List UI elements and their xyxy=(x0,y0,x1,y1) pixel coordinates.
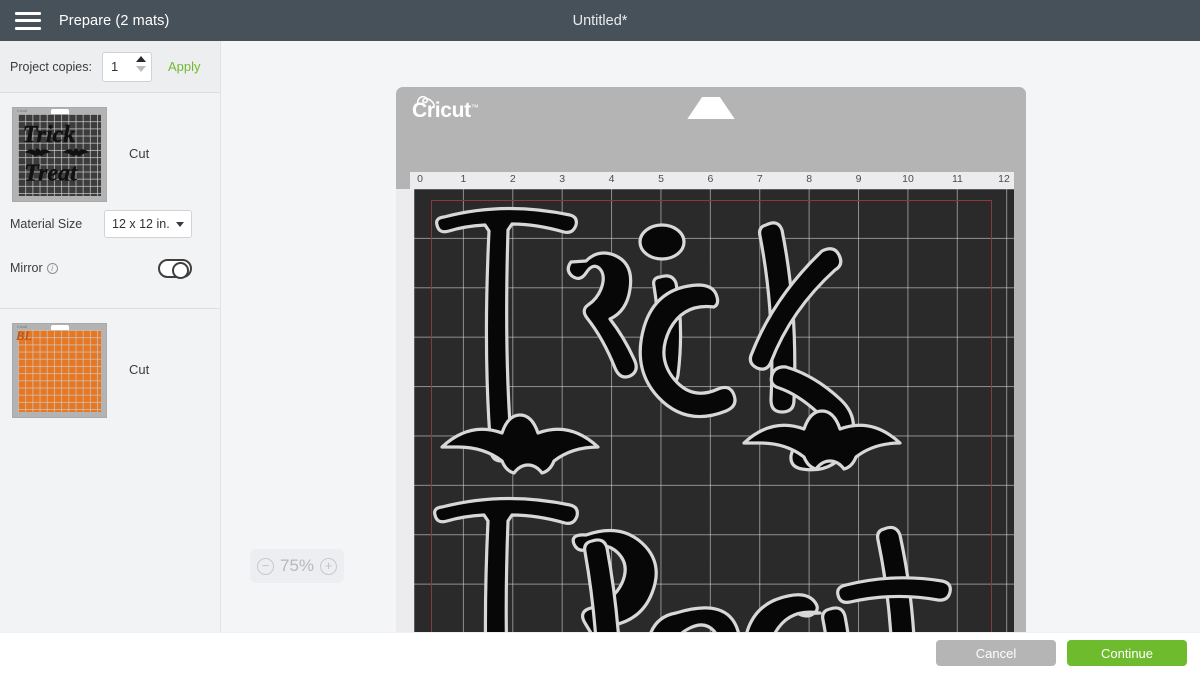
material-size-row: Material Size 12 x 12 in. xyxy=(0,202,220,246)
project-copies-stepper[interactable]: 1 xyxy=(101,51,152,82)
mat-sidebar: Project copies: 1 Apply Cricut Trick Tre… xyxy=(0,41,221,632)
mat-canvas[interactable]: Cricut™ 0123456789101112 123456789 xyxy=(221,41,1200,632)
ruler-h-tick: 12 xyxy=(998,173,1010,185)
ruler-h-tick: 2 xyxy=(509,173,516,185)
mat-artwork[interactable] xyxy=(414,189,1014,632)
apply-copies-button[interactable]: Apply xyxy=(168,59,201,74)
mat-grid-surface[interactable] xyxy=(414,189,1014,632)
hamburger-menu-icon[interactable] xyxy=(15,11,41,30)
cancel-button[interactable]: Cancel xyxy=(936,640,1056,666)
prepare-mode-label: Prepare (2 mats) xyxy=(59,12,170,29)
ruler-h-tick: 8 xyxy=(806,173,813,185)
cricut-swirl-icon xyxy=(416,95,435,106)
continue-button[interactable]: Continue xyxy=(1067,640,1187,666)
ruler-h-tick: 9 xyxy=(855,173,862,185)
project-copies-value[interactable]: 1 xyxy=(103,59,118,74)
project-copies-row: Project copies: 1 Apply xyxy=(0,41,220,93)
project-copies-label: Project copies: xyxy=(10,59,92,74)
ruler-h-tick: 6 xyxy=(707,173,714,185)
stepper-decrement-icon[interactable] xyxy=(135,65,146,72)
ruler-h-tick: 0 xyxy=(417,173,423,185)
cricut-logo: Cricut™ xyxy=(412,95,479,123)
ruler-h-tick: 7 xyxy=(756,173,763,185)
material-size-value: 12 x 12 in. xyxy=(112,217,170,231)
thumbnail-artwork-2: BL xyxy=(13,324,106,417)
horizontal-ruler: 0 1 2 3 4 5 6 7 8 9 10 11 12 xyxy=(410,172,1014,189)
mirror-row: Mirror i xyxy=(0,246,220,290)
footer-actions: Cancel Continue xyxy=(0,632,1200,673)
chevron-down-icon xyxy=(176,221,184,227)
mat-card-1[interactable]: Cricut Trick Treat Cut Material Size 12 … xyxy=(0,93,220,309)
mirror-toggle[interactable] xyxy=(158,258,192,279)
ruler-h-tick: 1 xyxy=(460,173,467,185)
mat-alignment-tab xyxy=(687,97,735,119)
mat-operation-label-1: Cut xyxy=(129,146,150,161)
ruler-h-tick: 10 xyxy=(902,173,914,185)
svg-text:Trick: Trick xyxy=(22,121,75,148)
info-icon[interactable]: i xyxy=(46,263,58,274)
ruler-h-tick: 4 xyxy=(608,173,615,185)
mat-operation-label-2: Cut xyxy=(129,362,150,377)
trademark-symbol: ™ xyxy=(470,103,479,112)
material-size-label: Material Size xyxy=(10,217,83,231)
project-title: Untitled* xyxy=(572,12,628,29)
prepare-screen: Prepare (2 mats) Untitled* Project copie… xyxy=(0,0,1200,673)
cutting-mat[interactable]: Cricut™ 0123456789101112 123456789 xyxy=(396,87,1026,632)
zoom-out-button[interactable]: − xyxy=(256,557,274,575)
stepper-increment-icon[interactable] xyxy=(135,55,146,62)
mat-card-2[interactable]: Cricut BL Cut xyxy=(0,309,220,418)
ruler-h-tick: 11 xyxy=(951,173,963,185)
mirror-label: Mirror i xyxy=(10,261,58,275)
app-header: Prepare (2 mats) Untitled* xyxy=(0,0,1200,41)
svg-text:Treat: Treat xyxy=(24,159,78,186)
ruler-h-tick: 5 xyxy=(658,173,664,185)
zoom-level-value: 75% xyxy=(279,556,315,575)
material-size-select[interactable]: 12 x 12 in. xyxy=(104,210,192,238)
zoom-control[interactable]: − 75% + xyxy=(250,549,344,583)
mat-thumbnail-2[interactable]: Cricut BL xyxy=(12,323,107,418)
mat-thumbnail-1[interactable]: Cricut Trick Treat xyxy=(12,107,107,202)
svg-text:BL: BL xyxy=(16,329,32,343)
thumbnail-artwork-1: Trick Treat xyxy=(13,108,106,201)
mirror-label-text: Mirror xyxy=(10,261,43,275)
zoom-in-button[interactable]: + xyxy=(320,557,338,575)
ruler-h-tick: 3 xyxy=(559,173,566,185)
stepper-arrows[interactable] xyxy=(135,55,146,72)
